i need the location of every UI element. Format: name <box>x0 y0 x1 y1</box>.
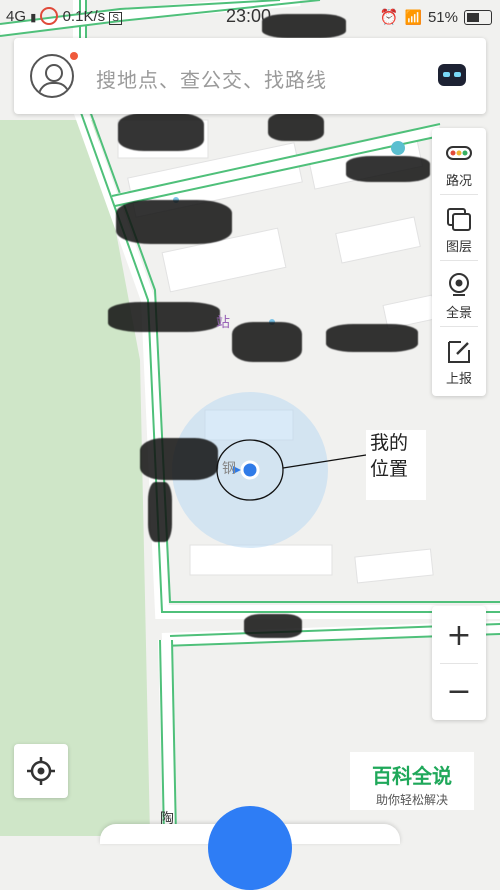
locate-button[interactable] <box>14 744 68 798</box>
watermark: 百科全说 助你轻松解决 <box>350 752 474 810</box>
zoom-out-button[interactable]: − <box>432 664 486 720</box>
panorama-button[interactable]: 全景 <box>432 260 486 326</box>
watermark-title: 百科全说 <box>372 764 452 788</box>
location-annotation-text: 我的 位置 <box>370 432 409 480</box>
status-right: ⏰ 📶 51% <box>380 8 492 26</box>
status-bar: 4G ▮ 0.1K/s S 23:00 ⏰ 📶 51% <box>0 0 500 34</box>
report-button[interactable]: 上报 <box>432 326 486 392</box>
map-label-poi: 钢 <box>222 461 236 477</box>
notification-dot <box>70 52 78 60</box>
layers-button[interactable]: 图层 <box>432 194 486 260</box>
traffic-label: 路况 <box>445 174 472 189</box>
location-marker <box>240 460 260 480</box>
status-left: 4G ▮ 0.1K/s S <box>6 7 122 26</box>
crosshair-icon <box>27 757 55 785</box>
search-input[interactable]: 搜地点、查公交、找路线 <box>96 64 327 93</box>
map-label-station: 站 <box>216 315 230 331</box>
net-speed: 0.1K/s <box>62 8 106 25</box>
zoom-control: + − <box>432 606 486 720</box>
report-label: 上报 <box>445 372 472 387</box>
sim-icon: S <box>109 12 122 25</box>
voice-assistant-icon[interactable] <box>438 64 466 86</box>
traffic-icon <box>446 146 472 160</box>
layers-icon <box>447 208 471 231</box>
no-entry-icon <box>40 7 59 26</box>
route-button[interactable] <box>208 806 292 890</box>
traffic-button[interactable]: 路况 <box>432 128 486 194</box>
watermark-subtitle: 助你轻松解决 <box>375 793 448 807</box>
report-icon <box>448 341 470 363</box>
wifi-icon: 📶 <box>404 8 422 25</box>
zoom-in-button[interactable]: + <box>432 608 486 664</box>
panorama-icon <box>449 273 469 296</box>
layers-label: 图层 <box>445 240 472 255</box>
map-canvas[interactable] <box>0 0 500 836</box>
location-annotation: 我的 位置 <box>366 430 426 500</box>
panorama-label: 全景 <box>445 306 472 321</box>
network-type: 4G <box>6 8 27 25</box>
avatar[interactable] <box>30 54 74 98</box>
map-toolbar: 路况 图层 全景 上报 <box>432 128 486 396</box>
battery-icon <box>464 9 492 25</box>
clock: 23:00 <box>226 6 272 26</box>
search-bar[interactable]: 搜地点、查公交、找路线 <box>14 38 486 114</box>
battery-percent: 51% <box>427 8 458 26</box>
signal-icon: ▮ <box>30 12 37 24</box>
alarm-icon: ⏰ <box>379 9 399 26</box>
